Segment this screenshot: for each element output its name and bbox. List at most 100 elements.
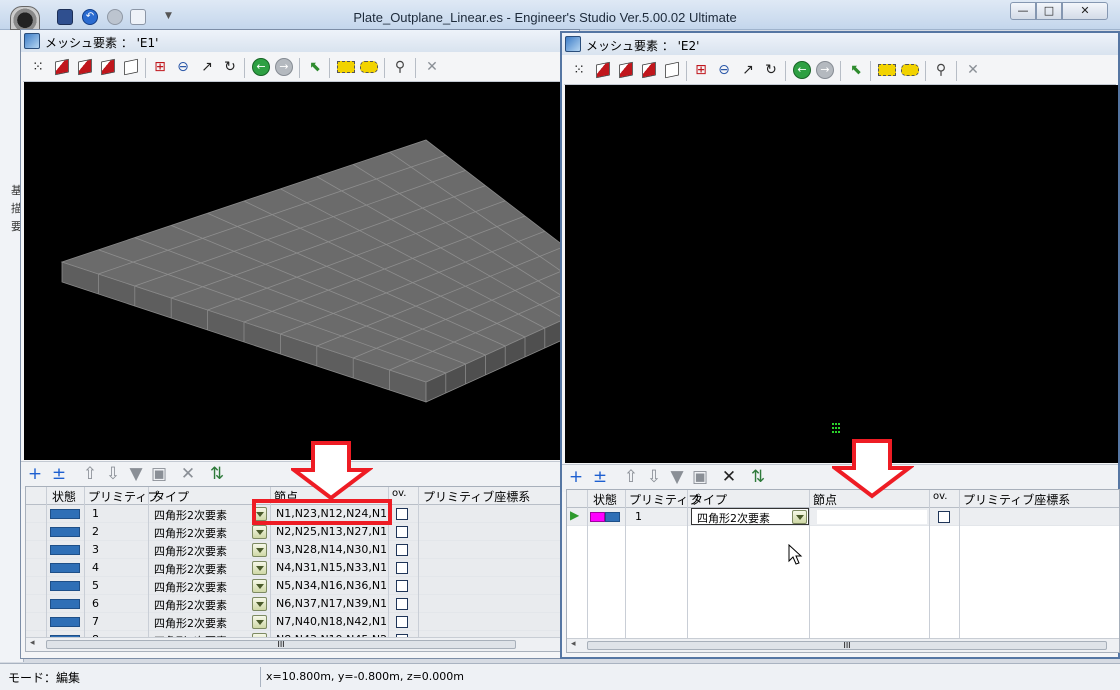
col-header-coord-system[interactable]: プリミティブ座標系 [963,491,1070,508]
ov-checkbox[interactable] [396,508,408,520]
status-swatch[interactable] [50,599,80,609]
table-row[interactable]: 4 四角形2次要素 N4,N31,N15,N33,N1... [26,559,564,577]
col-header-type[interactable]: タイプ [691,491,727,508]
pan-icon[interactable]: ↗ [198,58,216,76]
status-swatch[interactable] [605,512,620,522]
select-lasso-icon[interactable] [360,61,378,73]
pan-icon[interactable]: ↗ [739,61,757,79]
move-down-icon[interactable]: ⇩ [645,469,663,487]
ov-checkbox[interactable] [396,598,408,610]
sort-icon[interactable]: ⇅ [208,466,226,484]
nodes-cell[interactable]: N5,N34,N16,N36,N1... [276,579,386,592]
type-value[interactable]: 四角形2次要素 [154,561,227,577]
select-box-icon[interactable] [878,64,896,76]
view-cube-side-icon[interactable] [78,58,92,76]
add-row-icon[interactable]: + [567,469,585,487]
scroll-thumb[interactable]: III [46,640,516,649]
fit-all-icon[interactable]: ⁙ [570,61,588,79]
chevron-down-icon[interactable] [252,543,267,557]
status-swatch[interactable] [50,563,80,573]
type-value[interactable]: 四角形2次要素 [154,543,227,559]
nodes-cell[interactable]: N6,N37,N17,N39,N1... [276,597,386,610]
search-element-icon[interactable]: ⚲ [391,58,409,76]
nodes-cell[interactable]: N7,N40,N18,N42,N1... [276,615,386,628]
view-cube-iso-icon[interactable] [665,61,679,79]
col-header-status[interactable]: 状態 [52,488,76,505]
status-swatch-new[interactable] [590,512,605,522]
ov-checkbox[interactable] [396,580,408,592]
select-box-icon[interactable] [337,61,355,73]
nodes-cell[interactable] [817,510,927,524]
delete-row-icon[interactable]: ✕ [720,469,738,487]
insert-row-icon[interactable]: ± [591,469,609,487]
col-header-primitive[interactable]: プリミティブ [629,491,700,508]
horizontal-scrollbar[interactable]: ◂ III [26,637,564,651]
chevron-down-icon[interactable] [792,510,807,524]
chevron-down-icon[interactable] [252,615,267,629]
table-row[interactable]: 7 四角形2次要素 N7,N40,N18,N42,N1... [26,613,564,631]
view-cube-top-icon[interactable] [101,58,115,76]
chevron-down-icon[interactable] [252,561,267,575]
zoom-window-icon[interactable]: ⊞ [151,58,169,76]
select-lasso-icon[interactable] [901,64,919,76]
add-row-icon[interactable]: + [26,466,44,484]
copy-row-icon[interactable]: ▣ [150,466,168,484]
status-swatch[interactable] [50,581,80,591]
move-up-icon[interactable]: ⇧ [622,469,640,487]
back-icon[interactable]: ← [793,61,811,79]
delete-icon[interactable]: ✕ [423,58,441,76]
maximize-button[interactable]: □ [1036,2,1062,20]
table-row[interactable]: ▶ 1 四角形2次要素 [567,508,1119,526]
status-swatch[interactable] [50,527,80,537]
nodes-cell[interactable]: N4,N31,N15,N33,N1... [276,561,386,574]
move-down-icon[interactable]: ⇩ [104,466,122,484]
type-value[interactable]: 四角形2次要素 [154,507,227,523]
ov-checkbox[interactable] [938,511,950,523]
sort-icon[interactable]: ⇅ [749,469,767,487]
view-cube-front-icon[interactable] [55,58,69,76]
ov-checkbox[interactable] [396,544,408,556]
fit-all-icon[interactable]: ⁙ [29,58,47,76]
chevron-down-icon[interactable] [252,597,267,611]
col-header-ov[interactable]: ov. [392,488,406,499]
view-cube-front-icon[interactable] [596,61,610,79]
select-arrow-icon[interactable]: ⬉ [847,61,865,79]
forward-icon[interactable]: → [816,61,834,79]
table-row[interactable]: 2 四角形2次要素 N2,N25,N13,N27,N1... [26,523,564,541]
select-arrow-icon[interactable]: ⬉ [306,58,324,76]
3d-viewport[interactable] [24,82,579,460]
zoom-out-icon[interactable]: ⊖ [174,58,192,76]
table-row[interactable]: 5 四角形2次要素 N5,N34,N16,N36,N1... [26,577,564,595]
zoom-out-icon[interactable]: ⊖ [715,61,733,79]
copy-row-icon[interactable]: ▣ [691,469,709,487]
view-cube-iso-icon[interactable] [124,58,138,76]
rotate-icon[interactable]: ↻ [762,61,780,79]
type-combobox[interactable]: 四角形2次要素 [691,508,809,525]
horizontal-scrollbar[interactable]: ◂ III [567,638,1119,652]
minimize-button[interactable]: — [1010,2,1036,20]
col-header-ov[interactable]: ov. [933,491,947,502]
ov-checkbox[interactable] [396,616,408,628]
type-value[interactable]: 四角形2次要素 [154,615,227,631]
move-up-icon[interactable]: ⇧ [81,466,99,484]
insert-row-icon[interactable]: ± [50,466,68,484]
view-cube-top-icon[interactable] [642,61,656,79]
ov-checkbox[interactable] [396,526,408,538]
delete-row-icon[interactable]: ✕ [179,466,197,484]
rotate-icon[interactable]: ↻ [221,58,239,76]
delete-icon[interactable]: ✕ [964,61,982,79]
table-row[interactable]: 3 四角形2次要素 N3,N28,N14,N30,N1... [26,541,564,559]
close-button[interactable]: ✕ [1062,2,1108,20]
merge-icon[interactable]: ▼ [127,466,145,484]
search-element-icon[interactable]: ⚲ [932,61,950,79]
col-header-status[interactable]: 状態 [593,491,617,508]
nodes-cell[interactable]: N2,N25,N13,N27,N1... [276,525,386,538]
status-swatch[interactable] [50,545,80,555]
window-titlebar[interactable]: メッシュ要素 ： 'E1' [21,30,579,52]
merge-icon[interactable]: ▼ [668,469,686,487]
scroll-left-icon[interactable]: ◂ [30,638,35,648]
status-swatch[interactable] [50,617,80,627]
zoom-window-icon[interactable]: ⊞ [692,61,710,79]
type-value[interactable]: 四角形2次要素 [154,597,227,613]
window-titlebar[interactable]: メッシュ要素 ： 'E2' [562,33,1118,55]
